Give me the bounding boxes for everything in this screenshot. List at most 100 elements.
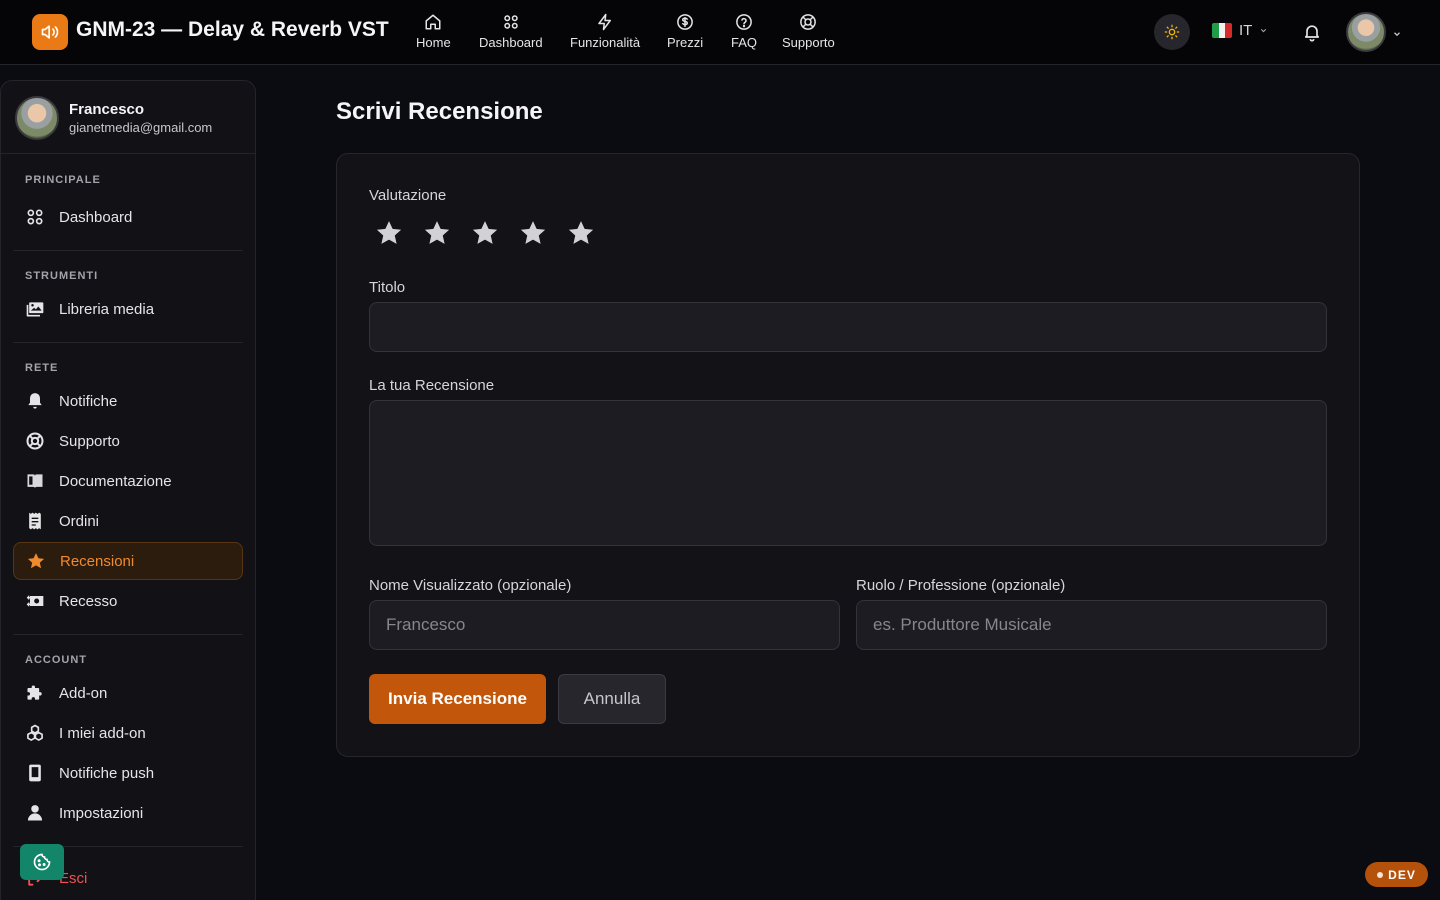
- grid-icon: [504, 15, 518, 29]
- dev-dot: [1377, 871, 1384, 878]
- money-return-icon: [26, 595, 44, 607]
- sidebar-item-push[interactable]: Notifiche push: [13, 754, 243, 792]
- nav-home-label: Home: [416, 35, 451, 50]
- section-label-strumenti: STRUMENTI: [25, 270, 99, 282]
- home-icon: [425, 14, 441, 30]
- sidebar-item-label: Dashboard: [59, 208, 133, 226]
- chevron-down-icon: [1261, 28, 1267, 33]
- nav-supporto[interactable]: Supporto: [782, 13, 835, 50]
- sun-icon: [1164, 24, 1180, 40]
- sidebar-item-label: Ordini: [59, 512, 100, 530]
- review-label: La tua Recensione: [369, 377, 495, 394]
- nav-dashboard-label: Dashboard: [479, 35, 543, 50]
- sidebar-item-supporto[interactable]: Supporto: [13, 422, 243, 460]
- review-textarea[interactable]: [369, 400, 1327, 546]
- user-avatar-button[interactable]: [1346, 12, 1386, 52]
- sidebar-profile: Francesco gianetmedia@gmail.com: [1, 81, 255, 154]
- sidebar: Francesco gianetmedia@gmail.com PRINCIPA…: [0, 80, 256, 900]
- nav-home[interactable]: Home: [416, 13, 451, 50]
- sidebar-item-label: Notifiche: [59, 392, 118, 410]
- star-icon: [27, 553, 45, 569]
- nav-faq[interactable]: FAQ: [731, 13, 757, 50]
- title-input[interactable]: [369, 302, 1327, 352]
- cookie-icon: [33, 853, 51, 871]
- language-selector[interactable]: IT: [1212, 22, 1268, 39]
- divider: [13, 250, 243, 251]
- sidebar-item-label: Impostazioni: [59, 804, 144, 822]
- receipt-icon: [29, 512, 41, 530]
- grid-icon: [27, 209, 43, 225]
- nav-prezzi-label: Prezzi: [667, 35, 704, 50]
- sidebar-item-ordini[interactable]: Ordini: [13, 502, 243, 540]
- nav-funzionalita[interactable]: Funzionalità: [570, 13, 640, 50]
- sidebar-item-label: Documentazione: [59, 472, 172, 490]
- profile-name: Francesco: [69, 101, 145, 118]
- sidebar-item-label: Notifiche push: [59, 764, 155, 782]
- nav-supporto-label: Supporto: [782, 35, 835, 50]
- sidebar-item-notifiche[interactable]: Notifiche: [13, 382, 243, 420]
- sidebar-item-impostazioni[interactable]: Impostazioni: [13, 794, 243, 832]
- cancel-button[interactable]: Annulla: [558, 674, 666, 724]
- sidebar-item-label: I miei add-on: [59, 724, 146, 742]
- bell-icon: [1304, 25, 1320, 42]
- star-5-icon[interactable]: [566, 218, 596, 248]
- sidebar-item-label: Libreria media: [59, 300, 155, 318]
- title-label: Titolo: [369, 279, 406, 296]
- profile-email: gianetmedia@gmail.com: [69, 120, 213, 135]
- lightning-icon: [598, 13, 612, 31]
- role-input[interactable]: [856, 600, 1327, 650]
- dev-badge: DEV: [1365, 862, 1428, 887]
- nav-dashboard[interactable]: Dashboard: [479, 13, 543, 50]
- star-1-icon[interactable]: [374, 218, 404, 248]
- cubes-icon: [27, 724, 43, 741]
- sidebar-item-miei-addon[interactable]: I miei add-on: [13, 714, 243, 752]
- display-name-input[interactable]: [369, 600, 840, 650]
- sidebar-item-label: Supporto: [59, 432, 120, 450]
- sidebar-item-recesso[interactable]: Recesso: [13, 582, 243, 620]
- puzzle-icon: [27, 685, 42, 700]
- book-icon: [27, 474, 43, 489]
- user-icon: [27, 805, 43, 821]
- sidebar-item-documentazione[interactable]: Documentazione: [13, 462, 243, 500]
- account-chevron-down-icon[interactable]: [1392, 26, 1402, 44]
- submit-review-button[interactable]: Invia Recensione: [369, 674, 546, 724]
- mobile-phone-icon: [29, 764, 41, 782]
- dev-badge-label: DEV: [1388, 867, 1416, 882]
- theme-toggle-button[interactable]: [1154, 14, 1190, 50]
- nav-faq-label: FAQ: [731, 35, 758, 50]
- nav-funzionalita-label: Funzionalità: [570, 35, 641, 50]
- sidebar-item-label: Recensioni: [60, 552, 135, 570]
- question-icon: [736, 14, 752, 30]
- lifebuoy-icon: [26, 432, 44, 450]
- sidebar-item-addon[interactable]: Add-on: [13, 674, 243, 712]
- divider: [13, 342, 243, 343]
- avatar: [15, 96, 59, 140]
- rating-label: Valutazione: [369, 187, 447, 204]
- divider: [13, 634, 243, 635]
- sidebar-item-label: Add-on: [59, 684, 108, 702]
- logo-speaker-icon[interactable]: [32, 14, 68, 50]
- sidebar-item-recensioni[interactable]: Recensioni: [13, 542, 243, 580]
- notifications-bell-button[interactable]: [1302, 22, 1322, 47]
- page-title: Scrivi Recensione: [336, 98, 543, 125]
- star-4-icon[interactable]: [518, 218, 548, 248]
- dollar-icon: [677, 14, 693, 30]
- star-2-icon[interactable]: [422, 218, 452, 248]
- cookie-settings-button[interactable]: [20, 844, 64, 880]
- star-rating[interactable]: [374, 218, 596, 248]
- nav-prezzi[interactable]: Prezzi: [667, 13, 703, 50]
- italy-flag-icon: [1212, 23, 1232, 38]
- section-label-principale: PRINCIPALE: [25, 174, 101, 186]
- section-label-account: ACCOUNT: [25, 654, 87, 666]
- role-label: Ruolo / Professione (opzionale): [856, 577, 1066, 594]
- images-icon: [26, 302, 44, 317]
- section-label-rete: RETE: [25, 362, 59, 374]
- star-3-icon[interactable]: [470, 218, 500, 248]
- language-code: IT: [1239, 22, 1253, 39]
- sidebar-item-media[interactable]: Libreria media: [13, 290, 243, 328]
- app-title[interactable]: GNM-23 — Delay & Reverb VST: [76, 18, 389, 42]
- bell-icon: [28, 393, 42, 409]
- display-name-label: Nome Visualizzato (opzionale): [369, 577, 572, 594]
- sidebar-item-dashboard[interactable]: Dashboard: [13, 198, 243, 236]
- sidebar-item-label: Recesso: [59, 592, 118, 610]
